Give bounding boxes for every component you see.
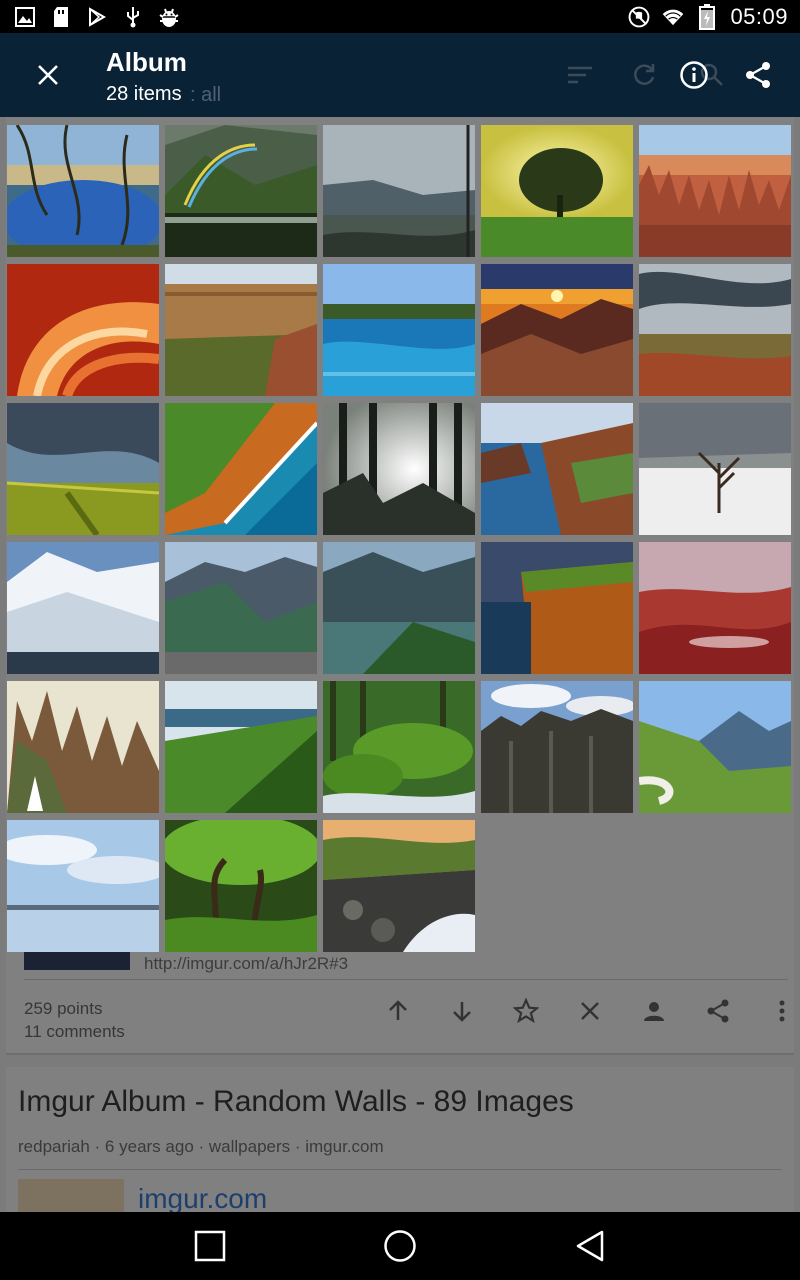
share-icon [746,62,770,88]
divider [18,1169,782,1170]
wifi-icon [662,6,684,28]
album-image-15[interactable] [639,403,791,535]
more-icon [750,993,800,1029]
album-image-24[interactable] [481,681,633,813]
album-image-23[interactable] [323,681,475,813]
album-image-14[interactable] [481,403,633,535]
points-label: 259 points [24,999,103,1018]
usb-icon [122,6,144,28]
album-image-20[interactable] [639,542,791,674]
hide-icon [558,993,622,1029]
screen: 05:09 http://imgur.com/a/hJr2R#3 259 poi… [0,0,800,1280]
back-button[interactable] [560,1216,620,1276]
play-store-icon [86,6,108,28]
background-post-title: Imgur Album - Random Walls - 89 Images [18,1085,574,1118]
home-button[interactable] [370,1216,430,1276]
album-image-11[interactable] [7,403,159,535]
album-image-13[interactable] [323,403,475,535]
background-post-meta: redpariah · 6 years ago · wallpapers · i… [18,1137,384,1156]
background-post-stats: 259 points 11 comments [24,997,125,1043]
album-image-7[interactable] [165,264,317,396]
close-icon [38,65,58,85]
album-image-25[interactable] [639,681,791,813]
upvote-icon [366,993,430,1029]
ghost-filter-text: : all [190,84,222,106]
sd-card-icon [50,6,72,28]
album-image-4[interactable] [481,125,633,257]
star-icon [494,993,558,1029]
info-button[interactable] [674,55,714,95]
album-title: Album [106,47,187,77]
album-image-2[interactable] [165,125,317,257]
comments-label: 11 comments [24,1022,125,1041]
user-icon [622,993,686,1029]
share-icon [686,993,750,1029]
status-time: 05:09 [730,3,788,29]
downvote-icon [430,993,494,1029]
status-bar: 05:09 [0,0,800,33]
navigation-bar [0,1212,800,1280]
share-button[interactable] [738,55,778,95]
album-image-3[interactable] [323,125,475,257]
image-icon [14,6,36,28]
album-image-1[interactable] [7,125,159,257]
album-image-10[interactable] [639,264,791,396]
album-image-17[interactable] [165,542,317,674]
album-image-18[interactable] [323,542,475,674]
album-image-27[interactable] [165,820,317,952]
divider [24,979,788,980]
album-image-21[interactable] [7,681,159,813]
sort-icon [564,59,596,91]
album-image-26[interactable] [7,820,159,952]
background-post-thumbnail [24,950,130,970]
background-post-actions [366,993,800,1029]
album-item-count: 28 items [106,83,182,105]
silent-mode-icon [628,6,650,28]
album-image-8[interactable] [323,264,475,396]
album-image-6[interactable] [7,264,159,396]
album-image-16[interactable] [7,542,159,674]
recents-button[interactable] [180,1216,240,1276]
album-app-bar: Album : all 28 items [0,33,800,117]
album-image-5[interactable] [639,125,791,257]
triangle-back-icon [576,1230,604,1262]
refresh-icon [628,59,660,91]
album-image-19[interactable] [481,542,633,674]
album-image-28[interactable] [323,820,475,952]
background-post-domain: imgur.com [138,1183,268,1214]
background-post-link: http://imgur.com/a/hJr2R#3 [144,954,349,973]
album-image-22[interactable] [165,681,317,813]
square-icon [194,1230,226,1262]
circle-icon [384,1230,416,1262]
android-debug-icon [158,6,180,28]
album-image-12[interactable] [165,403,317,535]
album-image-9[interactable] [481,264,633,396]
battery-charging-icon [696,3,718,30]
info-icon [680,61,708,89]
close-button[interactable] [26,53,70,97]
